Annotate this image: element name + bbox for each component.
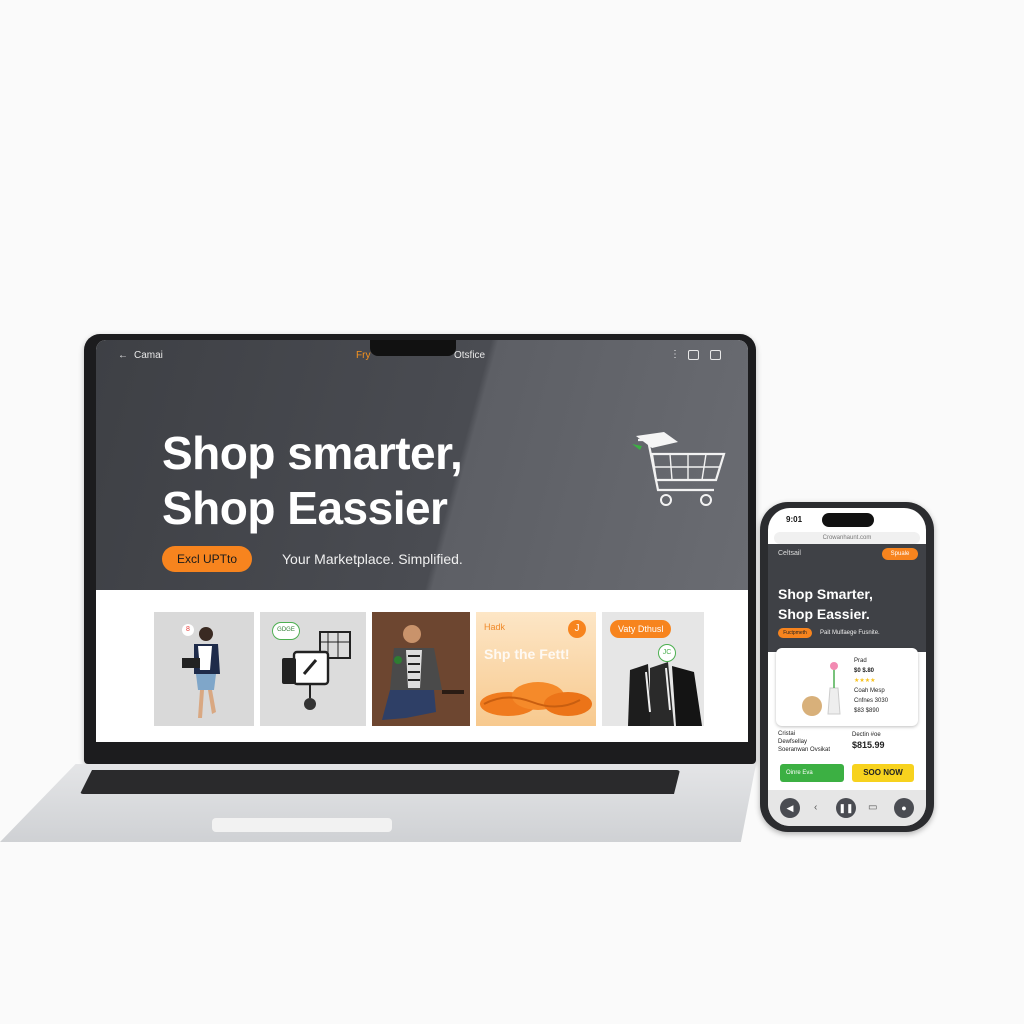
phone-header-button[interactable]: Spuale bbox=[882, 548, 918, 560]
product-grid: 8 GDGE Hadk J Shp the Fett! Vaty Dthusl … bbox=[96, 590, 748, 742]
phone-headline: Shop Smarter, Shop Eassier. bbox=[778, 584, 873, 624]
product-card-woman-laptop[interactable]: 8 bbox=[154, 612, 254, 726]
shop-now-button[interactable]: SOO NOW bbox=[852, 764, 914, 782]
shopping-cart-icon bbox=[632, 432, 726, 506]
hero-headline: Shop smarter, Shop Eassier bbox=[162, 426, 463, 536]
product-desc-3: $83 $890 bbox=[854, 708, 880, 714]
phone-product-card[interactable]: Prad $0 $.80 ★★★★ Coah Mesp Cnfnes 3030 … bbox=[776, 648, 918, 726]
phone-cta-button[interactable]: Fuctpmeth bbox=[778, 628, 812, 638]
laptop-camera-notch bbox=[370, 340, 456, 356]
phone-headline-line-1: Shop Smarter, bbox=[778, 586, 873, 602]
footer-price: $815.99 bbox=[852, 740, 885, 750]
footer-line-2: Dewfsellay bbox=[778, 739, 808, 745]
hero-tagline: Your Marketplace. Simplified. bbox=[282, 551, 463, 567]
keyboard bbox=[80, 770, 680, 794]
phone-headline-line-2: Shop Eassier. bbox=[778, 606, 870, 622]
profile-icon[interactable]: ● bbox=[894, 798, 914, 818]
status-time: 9:01 bbox=[786, 515, 803, 524]
product-card-jackets[interactable]: Vaty Dthusl JC bbox=[602, 612, 704, 726]
footer-line-1: Cristai bbox=[778, 731, 796, 737]
arrow-left-icon[interactable]: ← bbox=[118, 350, 128, 361]
product-info: Prad $0 $.80 ★★★★ Coah Mesp Cnfnes 3030 … bbox=[854, 656, 888, 716]
green-action-button[interactable]: Oinre Eva bbox=[780, 764, 844, 782]
vase-image bbox=[802, 662, 841, 716]
laptop-screen: ← Camai Fry Otsfice ⋮ Shop smarter, Shop… bbox=[96, 340, 748, 742]
badge: 8 bbox=[182, 624, 194, 636]
headline-line-2: Shop Eassier bbox=[162, 482, 448, 534]
badge: GDGE bbox=[272, 622, 300, 640]
phone-screen: 9:01 Crowanhaunt.com Celtsail Spuale Sho… bbox=[768, 508, 926, 826]
hero-section: ← Camai Fry Otsfice ⋮ Shop smarter, Shop… bbox=[96, 340, 748, 590]
product-card-man-shirt[interactable] bbox=[372, 612, 470, 726]
product-price: $0 $.80 bbox=[854, 668, 875, 674]
back-icon[interactable]: ◀ bbox=[780, 798, 800, 818]
phone-footer-text: Cristai Dewfsellay Soeranwan Ovsikat bbox=[778, 730, 830, 754]
brand-name[interactable]: Camai bbox=[134, 350, 163, 361]
woman-with-laptop-image bbox=[182, 627, 220, 718]
footer-line-3: Soeranwan Ovsikat bbox=[778, 747, 831, 753]
phone-footer-price: Dectin #oe $815.99 bbox=[852, 730, 885, 750]
product-desc-2: Cnfnes 3030 bbox=[854, 698, 889, 704]
hero-cta-button[interactable]: Excl UPTto bbox=[162, 546, 252, 572]
phone-brand[interactable]: Celtsail bbox=[778, 550, 801, 557]
bookmark-icon[interactable]: ▭ bbox=[868, 798, 877, 818]
kebab-icon[interactable]: ⋮ bbox=[670, 349, 680, 360]
rating-stars: ★★★★ bbox=[854, 678, 876, 684]
headline-line-1: Shop smarter, bbox=[162, 427, 463, 479]
product-card-gadgets[interactable]: GDGE bbox=[260, 612, 366, 726]
nav-link-pay[interactable]: Fry bbox=[356, 350, 370, 361]
address-bar[interactable]: Crowanhaunt.com bbox=[774, 532, 920, 544]
share-icon[interactable] bbox=[710, 350, 721, 360]
phone-nav-bar: ◀ ‹ ❚❚ ▭ ● bbox=[768, 790, 926, 826]
footer-price-label: Dectin #oe bbox=[852, 732, 881, 738]
chevron-left-icon[interactable]: ‹ bbox=[814, 798, 817, 818]
product-desc-1: Coah Mesp bbox=[854, 688, 885, 694]
orange-rope-image bbox=[480, 682, 592, 716]
phone-hero: Celtsail Spuale Shop Smarter, Shop Eassi… bbox=[768, 544, 926, 652]
pause-icon[interactable]: ❚❚ bbox=[836, 798, 856, 818]
nav-link-store[interactable]: Otsfice bbox=[454, 350, 485, 361]
product-title: Prad bbox=[854, 658, 867, 664]
jackets-image bbox=[628, 662, 702, 726]
trackpad bbox=[212, 818, 392, 832]
gallery-icon[interactable] bbox=[688, 350, 699, 360]
product-card-rope[interactable]: Hadk J Shp the Fett! bbox=[476, 612, 596, 726]
dynamic-island bbox=[822, 513, 874, 527]
man-with-shirt-image bbox=[372, 612, 470, 726]
phone-tagline: Pait Mulfaege Fusnite. bbox=[820, 630, 880, 636]
